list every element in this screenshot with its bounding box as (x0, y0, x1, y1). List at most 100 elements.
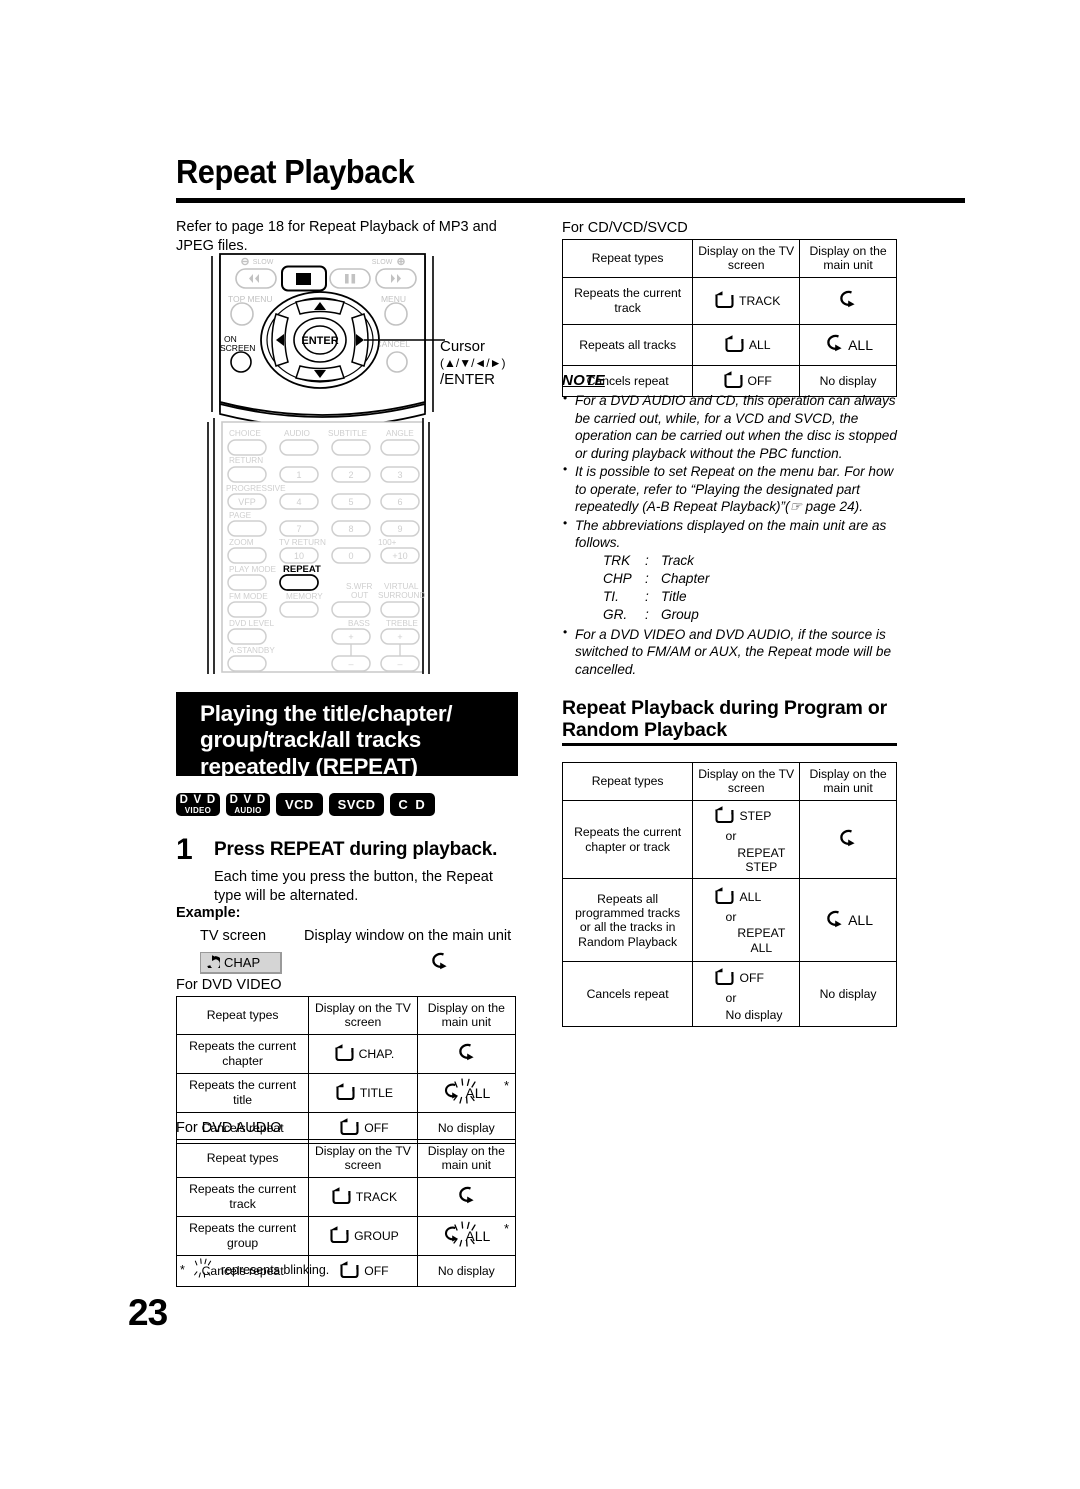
cell-tv-line1: STEP (739, 808, 772, 823)
cell-tv-line3: No display (725, 1007, 783, 1022)
repeat-loop-icon (327, 1224, 351, 1247)
note-item-text: The abbreviations displayed on the main … (575, 517, 887, 551)
svg-text:–: – (348, 659, 353, 669)
table-row: Repeats the current group GROUP ALL * (175, 1215, 517, 1256)
cell-type-l1: Repeats the current (189, 1221, 297, 1236)
curved-arrow-icon (455, 1041, 477, 1066)
badge-vcd: VCD (276, 793, 323, 816)
note-label: NOTE (562, 372, 605, 389)
table-program-random: Repeat types Display on the TV screen Di… (561, 762, 897, 1028)
svg-text:1: 1 (296, 470, 301, 480)
cell-tv-label: GROUP (354, 1228, 399, 1243)
cell-tv-label: CHAP. (358, 1046, 395, 1061)
cell-unit-label: ALL (848, 336, 874, 353)
intro-paragraph: Refer to page 18 for Repeat Playback of … (176, 219, 497, 254)
cell-type-l3: or all the tracks in (579, 920, 676, 935)
header-tv-display: Display on the TV screen (308, 1139, 418, 1178)
cell-repeat-type: Repeats the current title (175, 1072, 310, 1113)
table-header-row: Repeat types Display on the TV screen Di… (175, 1139, 517, 1178)
svg-text:8: 8 (348, 524, 353, 534)
table-row: Repeats the current chapter CHAP. (175, 1033, 517, 1074)
badge-cd: C D (390, 793, 435, 816)
svg-text:+: + (397, 632, 402, 642)
abbreviation-list: TRK : Track CHP : Chapter TI. : Title GR… (603, 552, 902, 625)
note-item: For a DVD AUDIO and CD, this operation c… (562, 391, 902, 462)
header-repeat-types: Repeat types (175, 996, 310, 1035)
example-chap-chip-label: CHAP (224, 955, 261, 970)
cell-type-l1: Repeats the current (189, 1039, 297, 1054)
cursor-callout: Cursor (▲/▼/◄/►) /ENTER (440, 338, 506, 389)
svg-text:VIRTUAL: VIRTUAL (384, 582, 419, 591)
svg-text:S.WFR: S.WFR (346, 582, 372, 591)
cell-unit-display (799, 799, 897, 880)
repeat-loop-icon (712, 289, 736, 312)
subsection-heading: Repeat Playback during Program or Random… (562, 697, 902, 742)
svg-text:4: 4 (296, 497, 301, 507)
abbr-key: TRK (603, 552, 631, 568)
abbr-key: GR. (603, 607, 628, 623)
svg-text:SURROUND: SURROUND (378, 591, 425, 600)
cell-tv-display: TRACK (308, 1176, 418, 1217)
blinking-star: * (503, 1078, 509, 1094)
header-tv-display: Display on the TV screen (692, 762, 801, 801)
svg-text:PAGE: PAGE (229, 511, 252, 520)
table-header-row: Repeat types Display on the TV screen Di… (561, 239, 897, 278)
abbr-colon: : (645, 552, 649, 568)
svg-text:TOP MENU: TOP MENU (228, 294, 273, 304)
repeat-loop-icon (337, 1259, 361, 1282)
blinking-footnote: * represents blinking. (180, 1258, 329, 1281)
header-tv-display: Display on the TV screen (308, 996, 418, 1035)
svg-text:OUT: OUT (351, 591, 368, 600)
cursor-callout-line3: /ENTER (440, 370, 496, 388)
curved-arrow-icon (836, 288, 858, 313)
abbr-colon: : (645, 570, 649, 586)
blinking-rays-icon (446, 1219, 484, 1253)
subsection-rule (562, 743, 897, 746)
cell-tv-label: ALL (748, 337, 771, 352)
svg-text:5: 5 (348, 497, 353, 507)
cell-repeat-type: Repeats the current track (175, 1176, 310, 1217)
header-repeat-types: Repeat types (561, 762, 694, 801)
header-tv-display-l2: screen (344, 1015, 382, 1030)
cell-tv-label: OFF (364, 1263, 389, 1278)
cell-repeat-type: Repeats the current chapter or track (561, 799, 694, 880)
page-title: Repeat Playback (176, 153, 415, 190)
svg-text:ENTER: ENTER (301, 335, 338, 347)
cell-type-l2: track (229, 1196, 256, 1211)
header-tv-display-l1: Display on the TV (314, 1001, 411, 1015)
cell-tv-line2: or (725, 829, 737, 844)
abbr-value: Track (661, 552, 694, 568)
cell-tv-label: TRACK (355, 1189, 398, 1204)
badge-dvd-video-line2: VIDEO (184, 806, 212, 816)
cell-unit-display: ALL * (416, 1215, 517, 1256)
svg-text:VFP: VFP (238, 497, 256, 507)
table-row: Repeats the current track TRACK (175, 1176, 517, 1217)
step-title: Press REPEAT during playback. (214, 839, 498, 860)
badge-dvd-video-line1: D V D (179, 793, 217, 806)
svg-text:ZOOM: ZOOM (229, 538, 254, 547)
cell-tv-line1: ALL (739, 889, 762, 904)
cell-tv-line2: or (725, 991, 737, 1006)
step-description: Each time you press the button, the Repe… (214, 869, 493, 904)
curved-arrow-icon (823, 332, 845, 357)
svg-text:ANGLE: ANGLE (386, 429, 414, 438)
header-repeat-types: Repeat types (175, 1139, 310, 1178)
example-display-window-label: Display window on the main unit (304, 928, 512, 944)
svg-text:FM MODE: FM MODE (229, 592, 268, 601)
title-rule (176, 198, 965, 203)
cell-unit-display (799, 276, 897, 325)
svg-text:PROGRESSIVE: PROGRESSIVE (226, 484, 286, 493)
badge-dvd-video: D V D VIDEO (176, 793, 220, 816)
table-program-random-wrapper: Repeat types Display on the TV screen Di… (561, 762, 897, 1028)
abbreviation-row: GR. : Group (603, 606, 902, 624)
cell-type-l1: Repeats the current (574, 286, 682, 301)
repeat-loop-icon (333, 1081, 357, 1104)
abbr-key: TI. (603, 589, 619, 605)
svg-text:+: + (348, 632, 353, 642)
note-item: It is possible to set Repeat on the menu… (562, 462, 902, 516)
svg-text:+10: +10 (392, 551, 407, 561)
table-row: Repeats all programmed tracks or all the… (561, 878, 897, 963)
repeat-loop-icon (712, 885, 736, 908)
cell-unit-display: ALL (799, 878, 897, 963)
cell-type-l1: Repeats all (597, 891, 659, 906)
